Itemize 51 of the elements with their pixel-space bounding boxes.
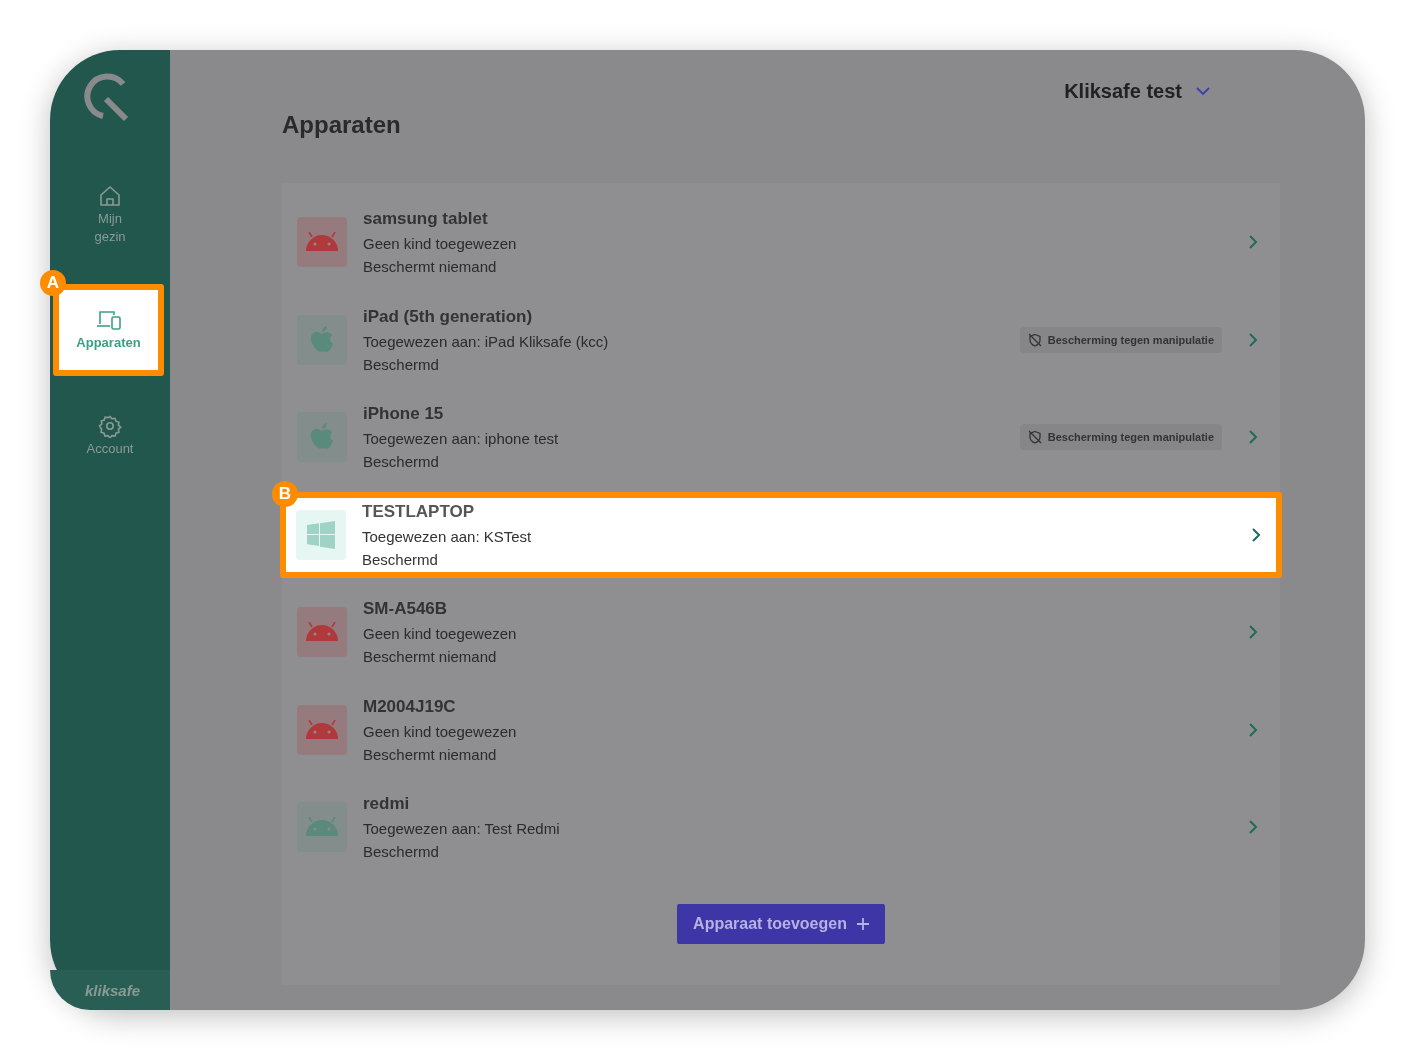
- page-title: Apparaten: [282, 111, 402, 139]
- shield-off-icon: [1027, 430, 1042, 444]
- device-row[interactable]: iPhone 15 Toegewezen aan: iphone test Beschermd Bescherming tegen manipulatie: [282, 394, 1280, 480]
- plus-icon: [856, 917, 869, 930]
- chevron-right-icon: [1251, 526, 1261, 543]
- device-row[interactable]: M2004J19C Geen kind toegewezen Beschermt niemand: [282, 686, 1280, 773]
- device-status: Beschermd: [362, 550, 439, 568]
- home-icon: [98, 184, 122, 208]
- device-name: TESTLAPTOP: [362, 501, 476, 522]
- device-row[interactable]: redmi Toegewezen aan: Test Redmi Beschermd: [282, 784, 1280, 870]
- chevron-right-icon: [1248, 721, 1258, 738]
- device-status: Beschermt niemand: [363, 745, 498, 763]
- callout-badge: A: [40, 270, 66, 296]
- device-status: Beschermt niemand: [363, 648, 498, 665]
- device-assignment: Toegewezen aan: KSTest: [362, 527, 533, 545]
- device-name: iPad (5th generation): [363, 306, 534, 327]
- device-name: samsung tablet: [363, 209, 489, 229]
- device-assignment: Geen kind toegewezen: [363, 235, 518, 252]
- device-status: Beschermt niemand: [363, 258, 498, 275]
- add-device-button[interactable]: Apparaat toevoegen: [677, 903, 885, 944]
- chevron-right-icon: [1248, 819, 1258, 835]
- callout-badge: B: [272, 480, 298, 507]
- device-row[interactable]: SM-A546B Geen kind toegewezen Beschermt niemand: [282, 589, 1280, 675]
- device-assignment: Toegewezen aan: iphone test: [363, 430, 560, 447]
- device-status: Beschermd: [363, 843, 440, 860]
- device-assignment: Geen kind toegewezen: [363, 722, 518, 740]
- chevron-down-icon[interactable]: [1196, 87, 1210, 96]
- chevron-right-icon: [1248, 234, 1258, 250]
- device-status: Beschermd: [363, 355, 440, 373]
- devices-icon: [94, 308, 123, 332]
- shield-off-icon: [1027, 332, 1042, 347]
- device-row[interactable]: samsung tablet Geen kind toegewezen Beschermt niemand: [282, 199, 1280, 285]
- tamper-protection-badge: Bescherming tegen manipulatie: [1019, 326, 1222, 353]
- device-status: Beschermd: [363, 453, 440, 470]
- device-assignment: Toegewezen aan: Test Redmi: [363, 820, 561, 837]
- chevron-right-icon: [1248, 429, 1258, 445]
- brand-wordmark: kliksafe: [85, 981, 141, 999]
- device-assignment: Geen kind toegewezen: [363, 625, 518, 642]
- nav-item[interactable]: Account: [50, 402, 170, 470]
- device-name: redmi: [363, 794, 411, 814]
- tamper-protection-badge: Bescherming tegen manipulatie: [1019, 424, 1222, 450]
- device-row[interactable]: iPad (5th generation) Toegewezen aan: iPad Kliksafe (kcc) Beschermd Bescherming tegen manipulatie: [282, 296, 1280, 383]
- device-assignment: Toegewezen aan: iPad Kliksafe (kcc): [363, 332, 610, 350]
- chevron-right-icon: [1248, 624, 1258, 640]
- device-name: M2004J19C: [363, 696, 457, 717]
- gear-icon: [98, 414, 122, 438]
- chevron-right-icon: [1248, 331, 1258, 348]
- device-name: iPhone 15: [363, 404, 445, 424]
- nav-item[interactable]: Mijn gezin: [50, 172, 170, 258]
- account-name[interactable]: Kliksafe test: [1064, 80, 1182, 103]
- device-name: SM-A546B: [363, 599, 449, 619]
